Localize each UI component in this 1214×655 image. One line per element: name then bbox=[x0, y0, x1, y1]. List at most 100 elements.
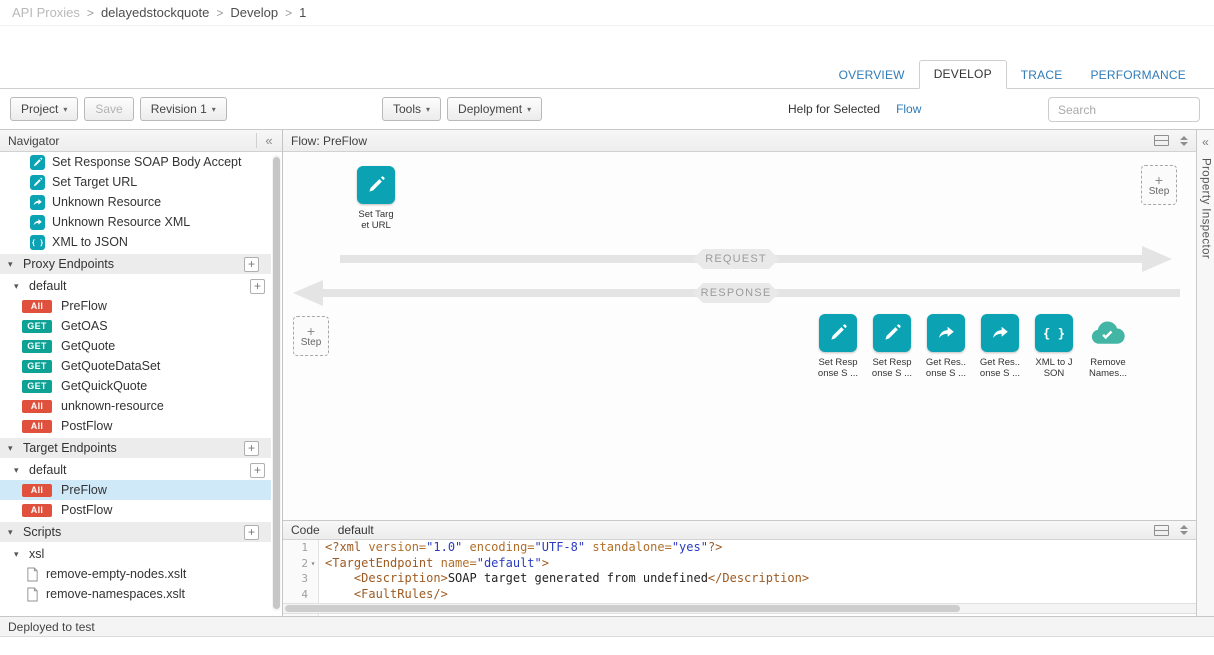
add-response-step-button[interactable]: + Step bbox=[293, 316, 329, 356]
breadcrumb-separator: > bbox=[216, 6, 223, 20]
revision-menu-button[interactable]: Revision 1 ▾ bbox=[140, 97, 227, 121]
navigator-item-label: GetOAS bbox=[61, 319, 108, 333]
navigator-item-remove-empty-nodes-xslt[interactable]: remove-empty-nodes.xslt bbox=[0, 564, 271, 584]
add-button[interactable]: + bbox=[250, 463, 265, 478]
line-gutter[interactable]: 3 bbox=[283, 571, 319, 587]
line-gutter[interactable]: 4 bbox=[283, 587, 319, 603]
code-panel: Code default 1<?xml version="1.0" encodi… bbox=[283, 520, 1196, 616]
project-menu-button[interactable]: Project ▾ bbox=[10, 97, 78, 121]
navigator-item-getquickquote[interactable]: GETGetQuickQuote bbox=[0, 376, 271, 396]
line-number: 1 bbox=[301, 540, 308, 556]
tab-overview[interactable]: OVERVIEW bbox=[825, 62, 919, 88]
add-button[interactable]: + bbox=[250, 279, 265, 294]
breadcrumb-item-develop[interactable]: Develop bbox=[230, 5, 278, 20]
tab-develop[interactable]: DEVELOP bbox=[919, 60, 1007, 89]
navigator-section-scripts[interactable]: ▾Scripts+ bbox=[0, 522, 271, 542]
add-button[interactable]: + bbox=[244, 441, 259, 456]
method-badge: All bbox=[22, 400, 52, 413]
section-title: Target Endpoints bbox=[23, 441, 117, 455]
navigator-item-getquote[interactable]: GETGetQuote bbox=[0, 336, 271, 356]
navigator-group-default[interactable]: ▾default+ bbox=[0, 460, 271, 480]
navigator-item-xml-to-json[interactable]: { }XML to JSON bbox=[0, 232, 271, 252]
group-title: default bbox=[29, 463, 67, 477]
tabs-row: OVERVIEWDEVELOPTRACEPERFORMANCE bbox=[0, 63, 1214, 89]
toolbar: Project ▾ Save Revision 1 ▾ Tools ▾ Depl… bbox=[0, 89, 1214, 130]
line-gutter[interactable]: 2▾ bbox=[283, 556, 319, 572]
deployment-menu-button[interactable]: Deployment ▾ bbox=[447, 97, 542, 121]
navigator-item-preflow[interactable]: AllPreFlow bbox=[0, 296, 271, 316]
add-request-step-button[interactable]: + Step bbox=[1141, 165, 1177, 205]
plus-icon: + bbox=[307, 325, 315, 337]
step-label: Get Res.. onse S ... bbox=[926, 357, 966, 379]
flow-step[interactable]: Set Resp onse S ... bbox=[811, 314, 865, 379]
line-gutter[interactable]: 1 bbox=[283, 540, 319, 556]
method-badge: All bbox=[22, 420, 52, 433]
navigator-group-xsl[interactable]: ▾xsl bbox=[0, 544, 271, 564]
share-icon bbox=[30, 215, 45, 230]
search-input[interactable] bbox=[1048, 97, 1200, 122]
share-icon bbox=[30, 195, 45, 210]
navigator-item-preflow[interactable]: AllPreFlow bbox=[0, 480, 271, 500]
flow-step[interactable]: Get Res.. onse S ... bbox=[973, 314, 1027, 379]
code-horizontal-scrollbar[interactable] bbox=[283, 603, 1196, 614]
navigator-item-label: PostFlow bbox=[61, 419, 112, 433]
navigator-item-unknown-resource[interactable]: Unknown Resource bbox=[0, 192, 271, 212]
tools-button-group: Tools ▾ Deployment ▾ bbox=[382, 97, 542, 121]
navigator-scrollbar[interactable] bbox=[272, 155, 281, 611]
flow-step[interactable]: Get Res.. onse S ... bbox=[919, 314, 973, 379]
file-icon bbox=[26, 567, 39, 582]
navigator-item-label: Set Target URL bbox=[52, 175, 137, 189]
flow-step[interactable]: Set Resp onse S ... bbox=[865, 314, 919, 379]
navigator-item-getoas[interactable]: GETGetOAS bbox=[0, 316, 271, 336]
navigator-scrollbar-thumb[interactable] bbox=[273, 157, 280, 609]
save-button[interactable]: Save bbox=[84, 97, 133, 121]
breadcrumb-item-1[interactable]: 1 bbox=[299, 5, 306, 20]
code-scrollbar-thumb[interactable] bbox=[285, 605, 960, 612]
property-inspector-label: Property Inspector bbox=[1200, 158, 1212, 259]
step-label: Set Resp onse S ... bbox=[818, 357, 858, 379]
navigator-item-postflow[interactable]: AllPostFlow bbox=[0, 500, 271, 520]
navigator-group-default[interactable]: ▾default+ bbox=[0, 276, 271, 296]
flow-step[interactable]: Set Targ et URL bbox=[349, 166, 403, 231]
flow-step[interactable]: Remove Names... bbox=[1081, 314, 1135, 379]
property-inspector-strip: « Property Inspector bbox=[1196, 130, 1214, 616]
add-button[interactable]: + bbox=[244, 525, 259, 540]
fold-toggle-icon[interactable]: ▾ bbox=[308, 556, 318, 572]
navigator-header: Navigator « bbox=[0, 130, 282, 152]
navigator-section-proxy-endpoints[interactable]: ▾Proxy Endpoints+ bbox=[0, 254, 271, 274]
navigator-item-label: remove-namespaces.xslt bbox=[46, 587, 185, 601]
apigee-proxy-editor: API Proxies>delayedstockquote>Develop>1 … bbox=[0, 0, 1214, 655]
navigator-item-set-response-soap-body-accept[interactable]: Set Response SOAP Body Accept bbox=[0, 152, 271, 172]
navigator-title: Navigator bbox=[8, 134, 59, 148]
revision-menu-label: Revision 1 bbox=[151, 102, 207, 116]
navigator-section-target-endpoints[interactable]: ▾Target Endpoints+ bbox=[0, 438, 271, 458]
flow-step[interactable]: { }XML to J SON bbox=[1027, 314, 1081, 379]
navigator-item-unknown-resource[interactable]: All unknown-resource bbox=[0, 396, 271, 416]
layout-toggle-icon[interactable] bbox=[1154, 135, 1169, 146]
chevron-down-icon: ▾ bbox=[63, 105, 67, 114]
flow-canvas[interactable]: REQUEST RESPONSE + Step + Step Set Targ … bbox=[283, 152, 1196, 520]
help-flow-link[interactable]: Flow bbox=[896, 102, 921, 116]
share-icon bbox=[927, 314, 965, 352]
navigator-item-unknown-resource-xml[interactable]: Unknown Resource XML bbox=[0, 212, 271, 232]
breadcrumb-item-api-proxies[interactable]: API Proxies bbox=[12, 5, 80, 20]
collapse-panel-icon[interactable] bbox=[1180, 525, 1188, 535]
tab-trace[interactable]: TRACE bbox=[1007, 62, 1077, 88]
navigator-item-set-target-url[interactable]: Set Target URL bbox=[0, 172, 271, 192]
collapse-navigator-button[interactable]: « bbox=[256, 133, 274, 148]
navigator-item-label: unknown-resource bbox=[61, 399, 164, 413]
tab-performance[interactable]: PERFORMANCE bbox=[1076, 62, 1200, 88]
navigator-item-remove-namespaces-xslt[interactable]: remove-namespaces.xslt bbox=[0, 584, 271, 604]
navigator-item-postflow[interactable]: All PostFlow bbox=[0, 416, 271, 436]
collapse-panel-icon[interactable] bbox=[1180, 136, 1188, 146]
tools-menu-button[interactable]: Tools ▾ bbox=[382, 97, 441, 121]
step-label: Get Res.. onse S ... bbox=[980, 357, 1020, 379]
navigator-item-getquotedataset[interactable]: GETGetQuoteDataSet bbox=[0, 356, 271, 376]
file-icon bbox=[26, 587, 39, 602]
method-badge: All bbox=[22, 484, 52, 497]
expand-property-inspector-button[interactable]: « bbox=[1202, 135, 1209, 149]
code-tab-default[interactable]: default bbox=[338, 523, 374, 537]
breadcrumb-item-delayedstockquote[interactable]: delayedstockquote bbox=[101, 5, 209, 20]
layout-toggle-icon[interactable] bbox=[1154, 525, 1169, 536]
add-button[interactable]: + bbox=[244, 257, 259, 272]
